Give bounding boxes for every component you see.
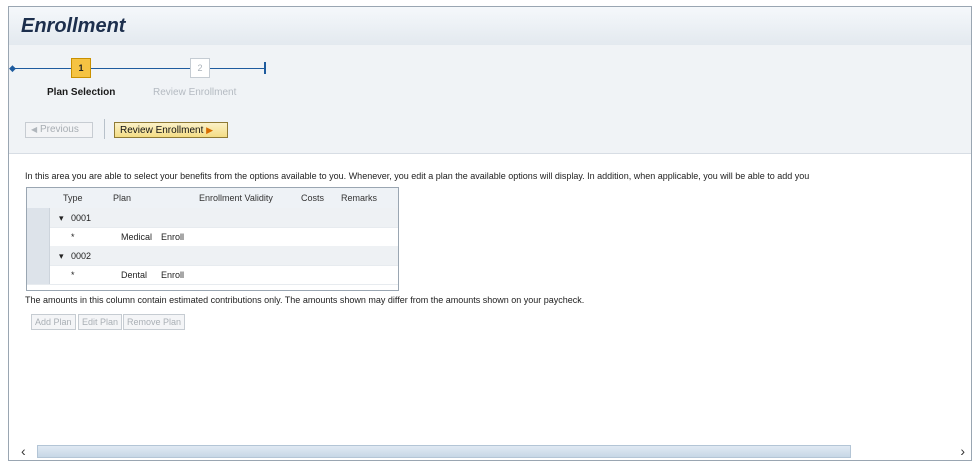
step-1-number: 1 bbox=[78, 63, 84, 73]
scroll-left-icon[interactable]: ‹ bbox=[21, 443, 26, 459]
title-bar: Enrollment bbox=[9, 7, 971, 46]
cell-plan: Dental bbox=[121, 270, 148, 280]
cell-validity: Enroll bbox=[161, 270, 185, 280]
column-header-remarks[interactable]: Remarks bbox=[341, 193, 377, 203]
roadmap-line bbox=[14, 68, 71, 69]
intro-text: In this area you are able to select your… bbox=[25, 171, 810, 181]
column-header-costs[interactable]: Costs bbox=[301, 193, 324, 203]
review-label: Review Enrollment bbox=[120, 125, 204, 136]
roadmap: ◆ 1 2 Plan Selection Review Enrollment bbox=[9, 45, 971, 106]
roadmap-step-1[interactable]: 1 bbox=[71, 58, 91, 78]
page-title: Enrollment bbox=[21, 15, 126, 37]
roadmap-step-2[interactable]: 2 bbox=[190, 58, 210, 78]
group-type: 0001 bbox=[71, 213, 92, 223]
arrow-left-icon: ◀ bbox=[31, 125, 38, 134]
group-type: 0002 bbox=[71, 251, 92, 261]
cell-type: * bbox=[71, 232, 75, 242]
roadmap-line bbox=[91, 68, 190, 69]
step-2-number: 2 bbox=[197, 63, 203, 73]
roadmap-line bbox=[210, 68, 264, 69]
cell-validity: Enroll bbox=[161, 232, 185, 242]
step-2-label[interactable]: Review Enrollment bbox=[153, 87, 236, 98]
column-header-plan[interactable]: Plan bbox=[113, 193, 131, 203]
table-row[interactable]: * Medical Enroll bbox=[27, 227, 398, 247]
previous-label: Previous bbox=[39, 124, 79, 135]
scroll-right-icon[interactable]: › bbox=[960, 443, 965, 459]
toolbar-separator bbox=[104, 119, 105, 139]
plans-table: Type Plan Enrollment Validity Costs Rema… bbox=[26, 187, 399, 291]
column-header-type[interactable]: Type bbox=[63, 193, 83, 203]
review-enrollment-button[interactable]: Review Enrollment ▶ bbox=[114, 122, 228, 138]
previous-button[interactable]: ◀ Previous bbox=[25, 122, 93, 138]
toolbar: ◀ Previous Review Enrollment ▶ bbox=[9, 105, 971, 154]
scrollbar-thumb[interactable] bbox=[37, 445, 851, 458]
cell-type: * bbox=[71, 270, 75, 280]
row-selector[interactable] bbox=[27, 246, 50, 265]
table-row[interactable]: * Dental Enroll bbox=[27, 265, 398, 285]
table-row[interactable]: ▾ 0002 bbox=[27, 246, 398, 266]
cell-plan: Medical bbox=[121, 232, 153, 242]
arrow-right-icon: ▶ bbox=[206, 125, 214, 135]
expand-icon[interactable]: ▾ bbox=[59, 251, 64, 262]
enrollment-window: Enrollment ◆ 1 2 Plan Selection Review E… bbox=[8, 6, 972, 461]
edit-plan-button[interactable]: Edit Plan bbox=[78, 314, 123, 330]
remove-plan-button[interactable]: Remove Plan bbox=[123, 314, 186, 330]
table-header: Type Plan Enrollment Validity Costs Rema… bbox=[27, 188, 398, 209]
column-header-validity[interactable]: Enrollment Validity bbox=[199, 193, 273, 203]
contribution-note: The amounts in this column contain estim… bbox=[25, 295, 585, 305]
add-plan-button[interactable]: Add Plan bbox=[31, 314, 76, 330]
row-selector[interactable] bbox=[27, 208, 50, 227]
horizontal-scrollbar[interactable]: ‹ › bbox=[9, 442, 971, 460]
table-row[interactable]: ▾ 0001 bbox=[27, 208, 398, 228]
row-selector[interactable] bbox=[27, 265, 50, 284]
row-selector[interactable] bbox=[27, 227, 50, 246]
expand-icon[interactable]: ▾ bbox=[59, 213, 64, 224]
step-1-label[interactable]: Plan Selection bbox=[47, 87, 115, 98]
roadmap-end-icon bbox=[264, 62, 270, 74]
